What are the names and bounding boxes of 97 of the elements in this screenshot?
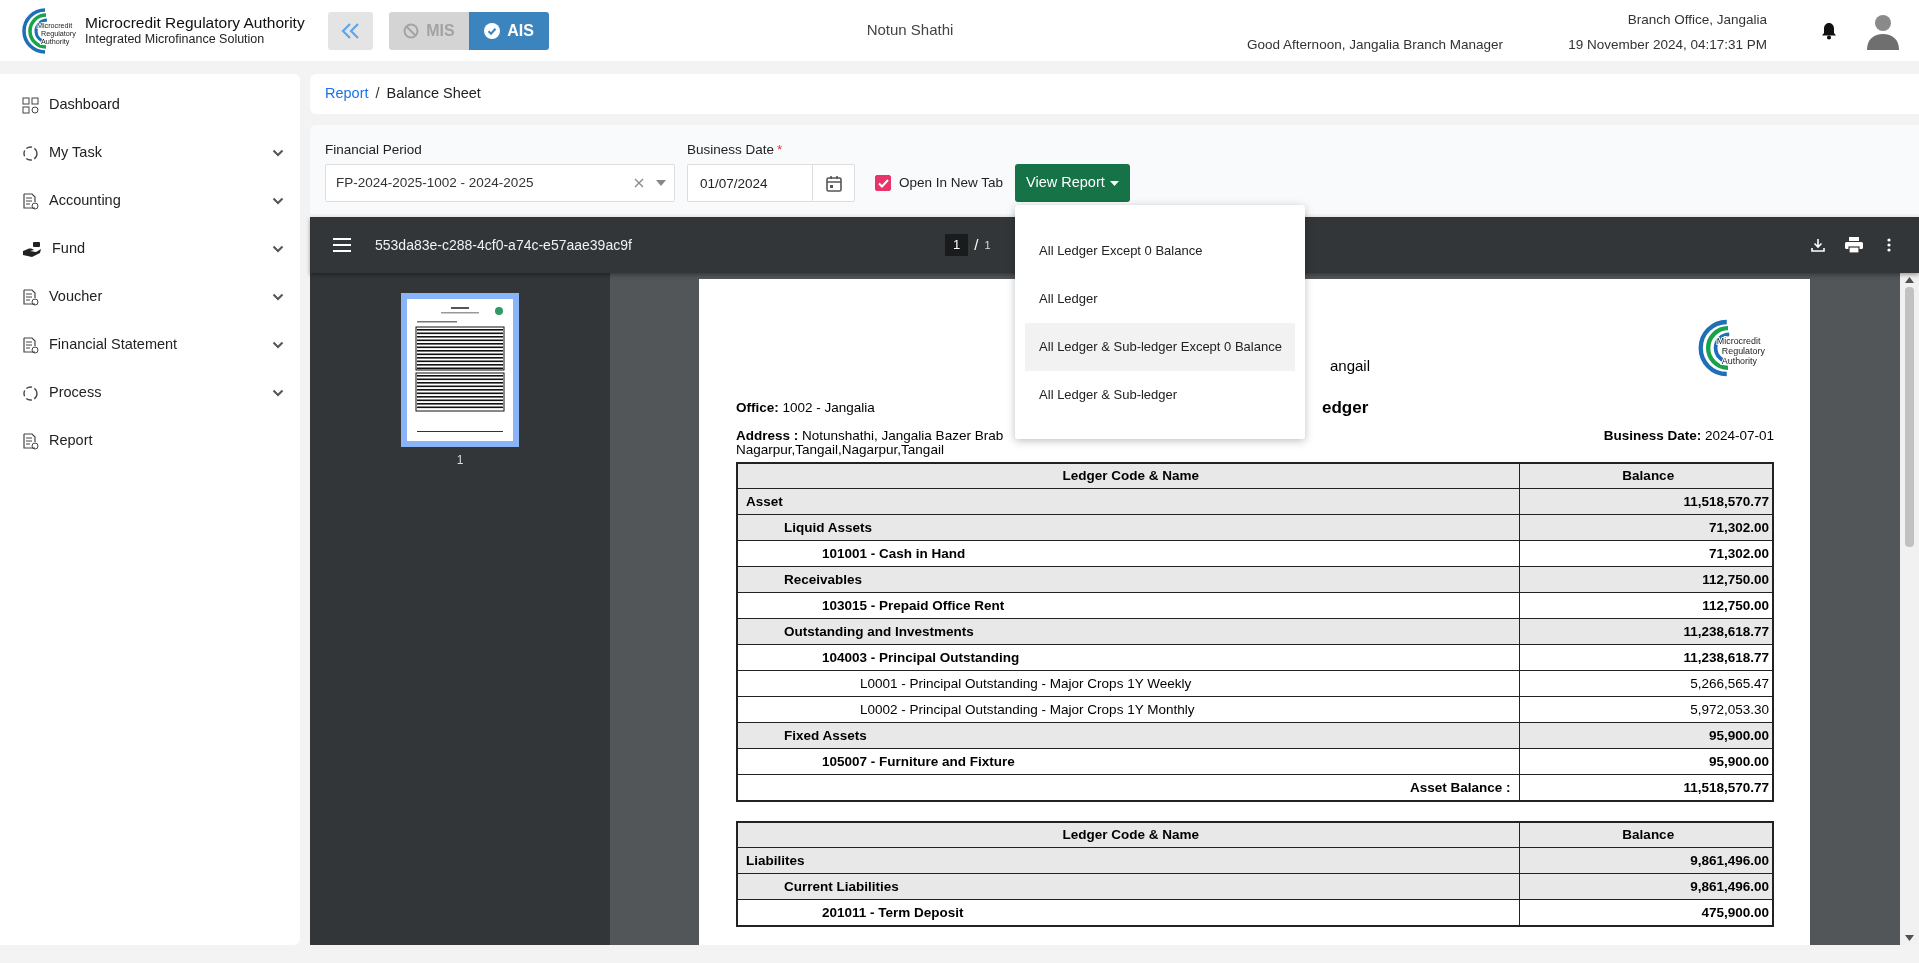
business-date: Business Date: 2024-07-01 (1603, 428, 1774, 445)
address-text: Address : Notunshathi, Jangalia Bazer Brab Nagarpur,Tangail,Nagarpur,Tangail (736, 428, 1004, 457)
column-header: Ledger Code & Name (737, 462, 1519, 489)
grid-icon (22, 96, 39, 114)
document-icon (22, 336, 39, 354)
sidebar-item-label: Fund (52, 239, 87, 259)
sidebar-item[interactable]: Fund (0, 225, 300, 273)
file-name: 553da83e-c288-4cf0-a74c-e57aae39ac9f (375, 235, 633, 255)
sidebar-item[interactable]: Voucher (0, 273, 300, 321)
required-mark: * (777, 142, 783, 157)
sidebar-item-label: Report (49, 431, 94, 451)
scrollbar-thumb[interactable] (1905, 287, 1914, 547)
brand-subtitle: Integrated Microfinance Solution (85, 32, 266, 48)
table-cell: 9,861,496.00 (1519, 847, 1773, 874)
breadcrumb-link[interactable]: Report (325, 83, 369, 105)
brand-title: Microcredit Regulatory Authority (85, 13, 306, 33)
breadcrumb-current: Balance Sheet (386, 84, 481, 104)
table-cell: Current Liabilities (737, 873, 1519, 900)
view-report-button[interactable]: View Report (1015, 164, 1130, 202)
refresh-icon (22, 384, 39, 402)
column-header: Balance (1519, 821, 1773, 848)
report-title: angail (1330, 355, 1371, 376)
table-cell: 105007 - Furniture and Fixture (737, 748, 1519, 775)
check-circle-icon (484, 22, 501, 39)
more-options-icon[interactable] (1887, 238, 1891, 252)
hand-icon (22, 240, 42, 258)
table-cell: 101001 - Cash in Hand (737, 540, 1519, 567)
sidebar-item[interactable]: Financial Statement (0, 321, 300, 369)
scroll-up-arrow-icon[interactable] (1905, 277, 1914, 283)
sidebar-item-label: Process (49, 383, 103, 403)
document-icon (22, 288, 39, 306)
sidebar-item[interactable]: Report (0, 417, 300, 465)
page-count: 1 (984, 237, 991, 253)
checkbox-label: Open In New Tab (899, 173, 1004, 192)
menu-icon[interactable] (333, 238, 351, 252)
page-thumbnail[interactable] (401, 293, 519, 447)
table-cell: 112,750.00 (1519, 566, 1773, 593)
sidebar-item[interactable]: Process (0, 369, 300, 417)
print-icon[interactable] (1845, 237, 1863, 253)
column-header: Ledger Code & Name (737, 821, 1519, 848)
checkbox[interactable] (875, 175, 891, 191)
table-cell: Liquid Assets (737, 514, 1519, 541)
page-number-input[interactable]: 1 (945, 234, 969, 256)
table-cell: Receivables (737, 566, 1519, 593)
table-cell: 11,518,570.77 (1519, 488, 1773, 515)
module-toggle[interactable]: AIS (469, 11, 549, 50)
table-cell: Fixed Assets (737, 722, 1519, 749)
thumbnail-page-number: 1 (456, 452, 464, 469)
scroll-down-arrow-icon[interactable] (1905, 935, 1914, 941)
bell-icon[interactable] (1821, 22, 1837, 41)
date-input[interactable]: 01/07/2024 (687, 164, 812, 202)
organization-name: Notun Shathi (865, 20, 955, 41)
menu-item[interactable]: All Ledger & Sub-ledger (1025, 371, 1296, 419)
table-cell: Asset (737, 488, 1519, 515)
menu-item[interactable]: All Ledger Except 0 Balance (1025, 227, 1296, 275)
table-cell: Outstanding and Investments (737, 618, 1519, 645)
menu-item[interactable]: All Ledger (1025, 275, 1296, 323)
download-icon[interactable] (1811, 238, 1825, 252)
sidebar-item-label: Dashboard (49, 95, 121, 115)
field-label: Business Date (687, 142, 775, 157)
sidebar-item[interactable]: My Task (0, 129, 300, 177)
menu-item[interactable]: All Ledger & Sub-ledger Except 0 Balance (1025, 323, 1296, 371)
table-cell: 95,900.00 (1519, 722, 1773, 749)
table-cell: Liabilites (737, 847, 1519, 874)
blocked-icon (403, 22, 420, 39)
sidebar-item-label: Financial Statement (49, 335, 179, 355)
greeting: Good Afternoon, Jangalia Branch Manager (1246, 36, 1503, 53)
caret-down-icon (656, 180, 666, 186)
sidebar-item-label: Voucher (49, 287, 104, 307)
date-time: 19 November 2024, 04:17:31 PM (1567, 36, 1767, 53)
calendar-icon (825, 174, 842, 192)
table-cell: 103015 - Prepaid Office Rent (737, 592, 1519, 619)
column-header: Balance (1519, 462, 1773, 489)
table-cell: L0002 - Principal Outstanding - Major Crops 1Y Monthly (737, 696, 1519, 723)
table-cell: 71,302.00 (1519, 514, 1773, 541)
sidebar-item-label: Accounting (49, 191, 122, 211)
document-icon (22, 432, 39, 450)
field-label: Financial Period (325, 141, 423, 158)
breadcrumb-separator: / (375, 84, 380, 104)
sidebar-item[interactable]: Dashboard (0, 81, 300, 129)
financial-period-select[interactable]: FP-2024-2025-1002 - 2024-2025 (325, 164, 675, 202)
sidebar-item-label: My Task (49, 143, 103, 163)
branch-office: Branch Office, Jangalia (1626, 12, 1767, 29)
table-cell: L0001 - Principal Outstanding - Major Crops 1Y Weekly (737, 670, 1519, 697)
page-separator: / (974, 234, 979, 255)
report-subtitle: edger (1322, 397, 1369, 419)
office-line: Office: 1002 - Jangalia (736, 399, 875, 415)
refresh-icon (22, 144, 39, 162)
double-chevron-left-icon (340, 21, 361, 40)
calendar-button[interactable] (812, 164, 855, 202)
table-cell: 104003 - Principal Outstanding (737, 644, 1519, 671)
sidebar-item[interactable]: Accounting (0, 177, 300, 225)
caret-down-icon (1109, 180, 1119, 186)
table-cell: 9,861,496.00 (1519, 873, 1773, 900)
document-icon (22, 192, 39, 210)
clear-icon[interactable] (634, 178, 644, 188)
table-cell: 11,238,618.77 (1519, 618, 1773, 645)
